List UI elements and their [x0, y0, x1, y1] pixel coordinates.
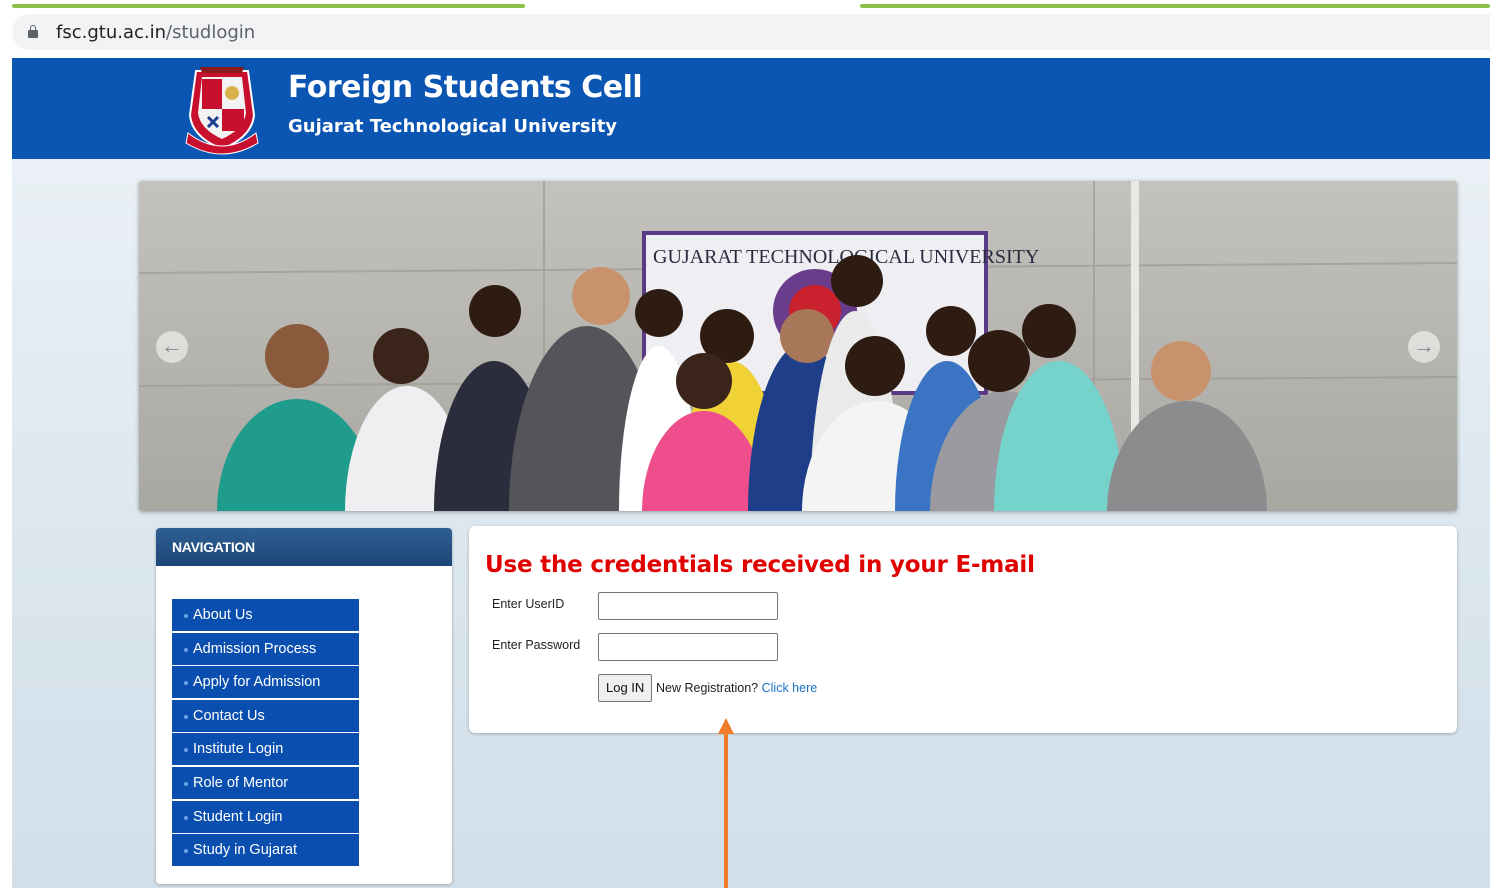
userid-label: Enter UserID — [492, 597, 565, 611]
new-registration: New Registration? Click here — [656, 681, 817, 695]
lock-icon[interactable] — [28, 25, 38, 39]
navigation-title: NAVIGATION — [156, 528, 452, 566]
bullet-icon — [184, 614, 188, 618]
url-domain: fsc.gtu.ac.in — [56, 22, 167, 43]
bullet-icon — [184, 714, 188, 719]
password-input[interactable] — [598, 633, 778, 661]
login-panel: Use the credentials received in your E-m… — [469, 526, 1457, 733]
bullet-icon — [184, 849, 188, 854]
nav-item-contact-us[interactable]: Contact Us — [172, 699, 359, 732]
annotation-arrow — [718, 718, 734, 888]
nav-item-label: About Us — [193, 607, 253, 623]
slider-next-button[interactable]: → — [1408, 331, 1440, 363]
nav-item-label: Institute Login — [193, 741, 284, 758]
nav-item-label: Apply for Admission — [193, 674, 321, 691]
login-button[interactable]: Log IN — [598, 674, 653, 702]
bullet-icon — [184, 647, 188, 652]
new-registration-text: New Registration? — [656, 681, 759, 695]
site-title: Foreign Students Cell — [288, 70, 643, 105]
address-bar[interactable]: fsc.gtu.ac.in/studlogin — [12, 14, 1490, 50]
url-text[interactable]: fsc.gtu.ac.in/studlogin — [56, 22, 255, 43]
nav-item-label: Role of Mentor — [193, 774, 289, 791]
nav-item-student-login[interactable]: Student Login — [172, 800, 359, 833]
group-photo: GUJARAT TECHNOLOGICAL UNIVERSITY — [139, 181, 1457, 511]
page: Foreign Students Cell Gujarat Technologi… — [12, 58, 1490, 888]
password-label: Enter Password — [492, 638, 581, 652]
university-logo[interactable] — [182, 63, 262, 155]
browser-tab-strip — [0, 0, 1501, 12]
userid-input[interactable] — [598, 592, 778, 620]
bullet-icon — [184, 781, 188, 786]
navigation-menu: About Us Admission Process Apply for Adm… — [172, 599, 359, 868]
nav-item-study-in-gujarat[interactable]: Study in Gujarat — [172, 834, 359, 867]
arrow-right-icon: → — [1413, 333, 1435, 358]
tab-indicator — [12, 4, 525, 8]
click-here-link[interactable]: Click here — [762, 681, 818, 695]
bullet-icon — [184, 681, 188, 686]
bullet-icon — [184, 815, 188, 820]
site-subtitle: Gujarat Technological University — [288, 116, 618, 137]
login-heading: Use the credentials received in your E-m… — [485, 552, 1035, 578]
nav-item-role-of-mentor[interactable]: Role of Mentor — [172, 766, 359, 799]
nav-item-label: Student Login — [193, 808, 283, 825]
nav-item-label: Contact Us — [193, 707, 265, 724]
nav-item-label: Study in Gujarat — [193, 842, 297, 859]
arrow-left-icon: ← — [161, 333, 183, 358]
image-slider[interactable]: GUJARAT TECHNOLOGICAL UNIVERSITY ← → — [139, 181, 1457, 511]
bullet-icon — [184, 748, 188, 753]
navigation-panel: NAVIGATION About Us Admission Process Ap… — [156, 528, 452, 884]
slider-prev-button[interactable]: ← — [156, 331, 188, 363]
nav-item-apply-for-admission[interactable]: Apply for Admission — [172, 666, 359, 699]
nav-item-about-us[interactable]: About Us — [172, 599, 359, 631]
site-header: Foreign Students Cell Gujarat Technologi… — [12, 58, 1490, 159]
nav-item-institute-login[interactable]: Institute Login — [172, 733, 359, 766]
tab-indicator — [860, 4, 1490, 8]
nav-item-label: Admission Process — [193, 640, 317, 657]
nav-item-admission-process[interactable]: Admission Process — [172, 632, 359, 665]
url-path: /studlogin — [166, 22, 256, 43]
